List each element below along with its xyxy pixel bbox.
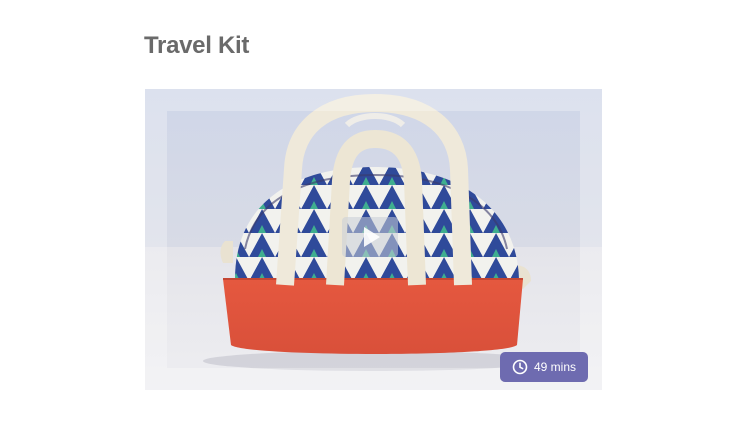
clock-icon — [512, 359, 528, 375]
duration-label: 49 mins — [533, 360, 577, 374]
duration-badge: 49 mins — [500, 352, 588, 382]
play-icon — [364, 227, 380, 247]
page: Travel Kit 49 mins — [0, 0, 750, 428]
page-title: Travel Kit — [144, 32, 250, 59]
play-button[interactable] — [342, 217, 398, 257]
video-player[interactable]: 49 mins — [145, 89, 602, 390]
